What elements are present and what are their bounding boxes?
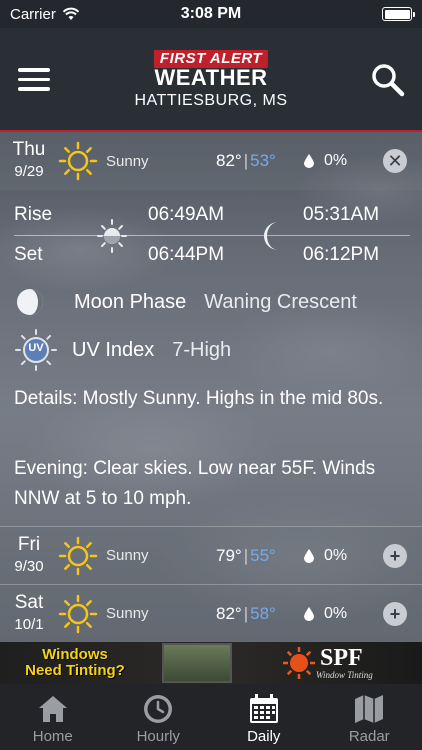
carrier-label: Carrier [10, 5, 56, 23]
raindrop-icon [304, 548, 314, 563]
evening-forecast: Evening: Clear skies. Low near 55F. Wind… [14, 458, 376, 509]
ad-window-image [162, 643, 232, 683]
hamburger-icon-line [18, 87, 50, 91]
horizon-line [14, 235, 410, 236]
day-date: 9/30 [14, 557, 44, 575]
moon-phase-label: Moon Phase [74, 290, 187, 313]
moon-phase-icon [17, 289, 43, 315]
ad-sun-icon [283, 647, 315, 679]
day-label: Fri 9/30 [0, 534, 58, 578]
day-label: Thu 9/29 [0, 139, 58, 183]
ad-line-2: Need Tinting? [25, 662, 125, 679]
day-name: Thu [12, 139, 46, 160]
sun-icon [58, 594, 98, 633]
day-label: Sat 10/1 [0, 592, 58, 636]
day-row-fri[interactable]: Fri 9/30 Sunny 79° | 55° 0% + [0, 526, 422, 584]
tab-label: Radar [348, 728, 390, 745]
low-temp: 55° [250, 545, 276, 565]
temperature-range: 79° | 55° [216, 546, 294, 566]
uv-index-row: UV UV Index 7-High [14, 328, 231, 372]
day-details: Rise Set 06:49AM 06:44PM 05:31AM 06:12PM… [0, 190, 422, 520]
day-row-sat[interactable]: Sat 10/1 Sunny 82° | 58° 0% + [0, 584, 422, 642]
temp-separator: | [243, 603, 249, 623]
forecast-details: Details: Mostly Sunny. Highs in the mid … [14, 388, 384, 409]
day-row-thu[interactable]: Thu 9/29 Sunny 82° | 53° 0% ✕ [0, 132, 422, 190]
uv-index-value: 7-High [172, 338, 232, 361]
high-temp: 79° [216, 545, 242, 565]
sunset-time: 06:44PM [148, 244, 225, 265]
ad-brand-block: SPF Window Tinting [316, 644, 373, 680]
hamburger-icon-line [18, 77, 50, 81]
home-icon [38, 696, 67, 722]
tab-label: Hourly [136, 728, 180, 745]
temp-separator: | [243, 545, 249, 565]
uv-icon: UV [14, 328, 58, 372]
ad-logo: SPF Window Tinting [282, 646, 373, 680]
low-temp: 53° [250, 151, 276, 170]
ad-banner[interactable]: Windows Need Tinting? SPF Window Tinting [0, 642, 422, 684]
status-bar: Carrier 3:08 PM [0, 0, 422, 28]
ad-tagline: Window Tinting [316, 669, 373, 680]
ad-brand: SPF [320, 644, 363, 671]
ad-line-1: Windows [42, 646, 108, 663]
sun-moon-times: Rise Set 06:49AM 06:44PM 05:31AM 06:12PM [14, 202, 410, 278]
search-icon[interactable] [370, 62, 406, 98]
sunrise-time: 06:49AM [148, 204, 225, 225]
precip-chance: 0% [324, 546, 348, 564]
moon-icon [264, 222, 278, 250]
uv-index-label: UV Index [72, 338, 155, 361]
day-name: Sat [14, 591, 44, 613]
battery-icon [382, 7, 415, 21]
high-temp: 82° [216, 151, 242, 170]
day-name: Fri [17, 533, 41, 555]
app-header: FIRST ALERT WEATHER HATTIESBURG, MS [0, 28, 422, 132]
moon-phase-value: Waning Crescent [204, 290, 357, 313]
ad-headline: Windows Need Tinting? [0, 647, 150, 679]
status-time: 3:08 PM [180, 5, 242, 22]
expand-button[interactable]: + [383, 602, 407, 626]
menu-button[interactable] [18, 68, 50, 92]
temperature-range: 82° | 53° [216, 151, 294, 171]
expand-button[interactable]: + [383, 544, 407, 568]
wifi-icon [62, 7, 80, 20]
high-temp: 82° [216, 603, 242, 623]
raindrop-icon [304, 154, 314, 168]
raindrop-icon [304, 606, 314, 621]
uv-icon-text: UV [28, 342, 44, 354]
city-name: HATTIESBURG, MS [134, 92, 288, 109]
condition-label: Sunny [106, 605, 149, 622]
set-label: Set [14, 244, 43, 265]
tab-daily[interactable]: Daily [211, 684, 317, 750]
tab-hourly[interactable]: Hourly [106, 684, 212, 750]
precip-chance: 0% [324, 604, 348, 622]
temperature-range: 82° | 58° [216, 604, 294, 624]
status-left: Carrier [10, 6, 80, 23]
precip-chance: 0% [324, 152, 348, 169]
collapse-button[interactable]: ✕ [383, 149, 407, 173]
tab-label: Home [32, 728, 73, 745]
tab-label: Daily [247, 728, 281, 745]
moonset-time: 06:12PM [303, 244, 380, 265]
moon-phase-row: Moon Phase Waning Crescent [14, 286, 357, 318]
hamburger-icon-line [18, 68, 50, 72]
tab-home[interactable]: Home [0, 684, 106, 750]
tab-bar: Home Hourly Daily Radar [0, 684, 422, 750]
first-alert-logo: FIRST ALERT WEATHER [153, 50, 269, 90]
day-date: 9/29 [14, 163, 44, 180]
moonrise-time: 05:31AM [303, 204, 380, 225]
tab-radar[interactable]: Radar [317, 684, 422, 750]
condition-label: Sunny [106, 152, 149, 170]
low-temp: 58° [250, 603, 276, 623]
sunrise-icon [97, 219, 127, 253]
sun-icon [58, 141, 98, 181]
clock-icon [144, 695, 173, 723]
condition-label: Sunny [106, 547, 149, 564]
sun-icon [58, 536, 98, 575]
calendar-icon [249, 694, 278, 723]
day-date: 10/1 [14, 615, 44, 633]
rise-label: Rise [14, 204, 53, 225]
map-icon [355, 695, 384, 723]
logo-bottom-text: WEATHER [154, 65, 268, 90]
temp-separator: | [243, 151, 249, 170]
